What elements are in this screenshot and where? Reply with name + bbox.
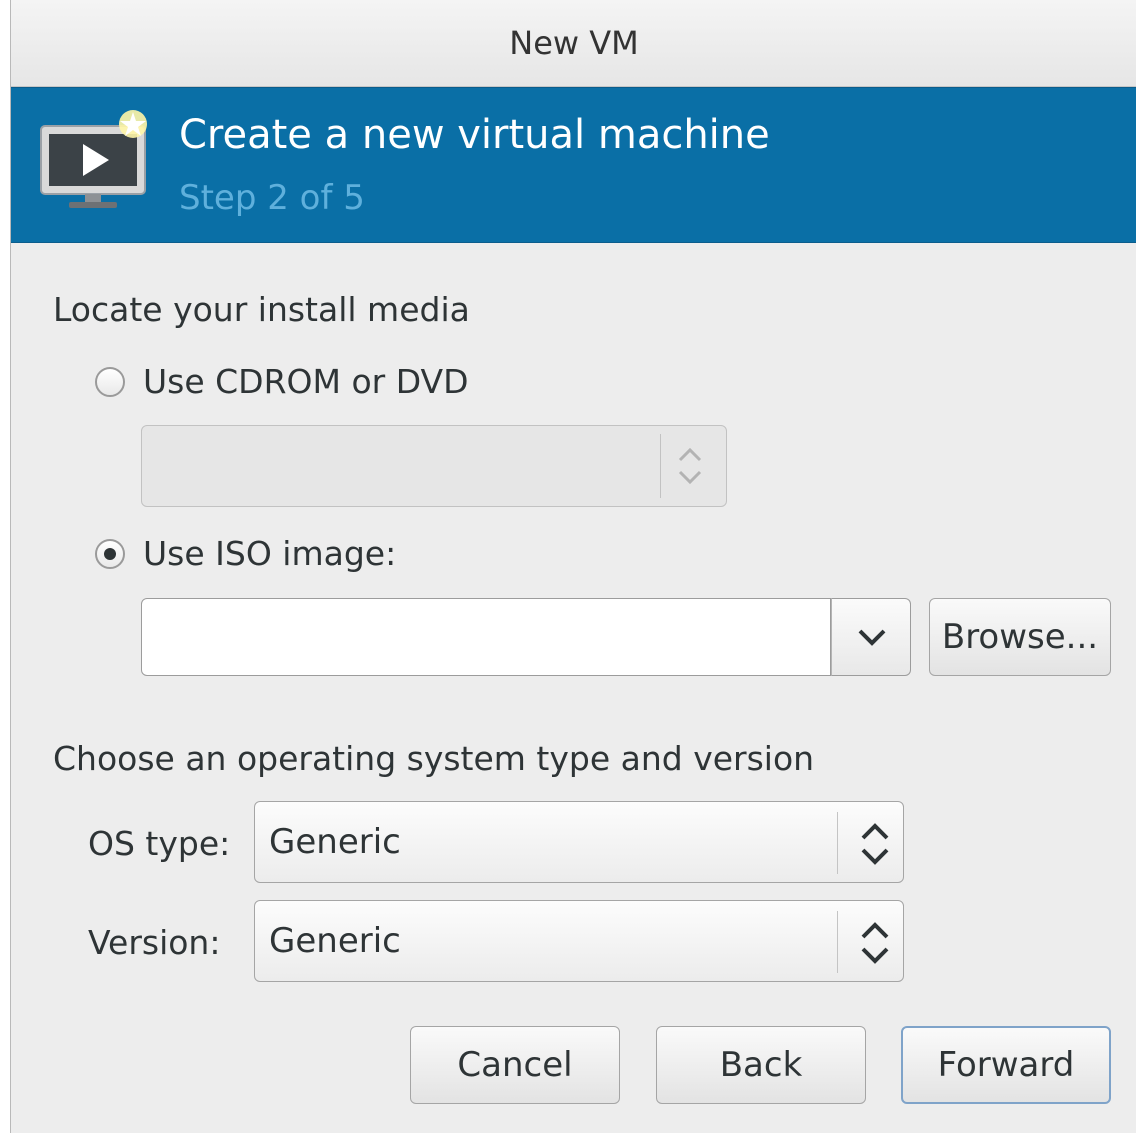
- cancel-button[interactable]: Cancel: [410, 1026, 620, 1104]
- up-down-arrows-icon: [678, 447, 702, 485]
- cdrom-radio-label[interactable]: Use CDROM or DVD: [143, 362, 469, 401]
- os-type-select[interactable]: Generic: [254, 801, 904, 883]
- browse-button[interactable]: Browse...: [929, 598, 1111, 676]
- up-down-arrows-icon: [861, 823, 889, 865]
- forward-button[interactable]: Forward: [901, 1026, 1111, 1104]
- chevron-down-icon: [858, 629, 886, 646]
- version-label: Version:: [88, 923, 221, 962]
- combo-separator: [837, 911, 838, 973]
- os-type-value: Generic: [269, 822, 401, 862]
- cdrom-device-select: [141, 425, 727, 507]
- new-vm-window: New VM Create a new virtual machine Step…: [10, 0, 1136, 1133]
- os-version-value: Generic: [269, 921, 401, 961]
- banner-step: Step 2 of 5: [179, 178, 365, 218]
- os-version-select[interactable]: Generic: [254, 900, 904, 982]
- wizard-banner: Create a new virtual machine Step 2 of 5: [11, 87, 1136, 243]
- radio-selected-dot: [104, 548, 116, 560]
- iso-radio-label[interactable]: Use ISO image:: [143, 534, 396, 573]
- combo-separator: [837, 812, 838, 874]
- iso-history-dropdown-button[interactable]: [831, 598, 911, 676]
- os-type-label: OS type:: [88, 824, 231, 863]
- os-heading: Choose an operating system type and vers…: [53, 739, 815, 778]
- banner-title: Create a new virtual machine: [179, 112, 770, 158]
- vm-monitor-new-icon: [40, 110, 147, 208]
- cdrom-radio[interactable]: [95, 367, 125, 397]
- back-button[interactable]: Back: [656, 1026, 866, 1104]
- iso-radio[interactable]: [95, 539, 125, 569]
- up-down-arrows-icon: [861, 922, 889, 964]
- iso-path-input[interactable]: [141, 598, 831, 676]
- install-media-heading: Locate your install media: [53, 290, 470, 329]
- combo-separator: [660, 434, 661, 498]
- window-title: New VM: [11, 0, 1136, 87]
